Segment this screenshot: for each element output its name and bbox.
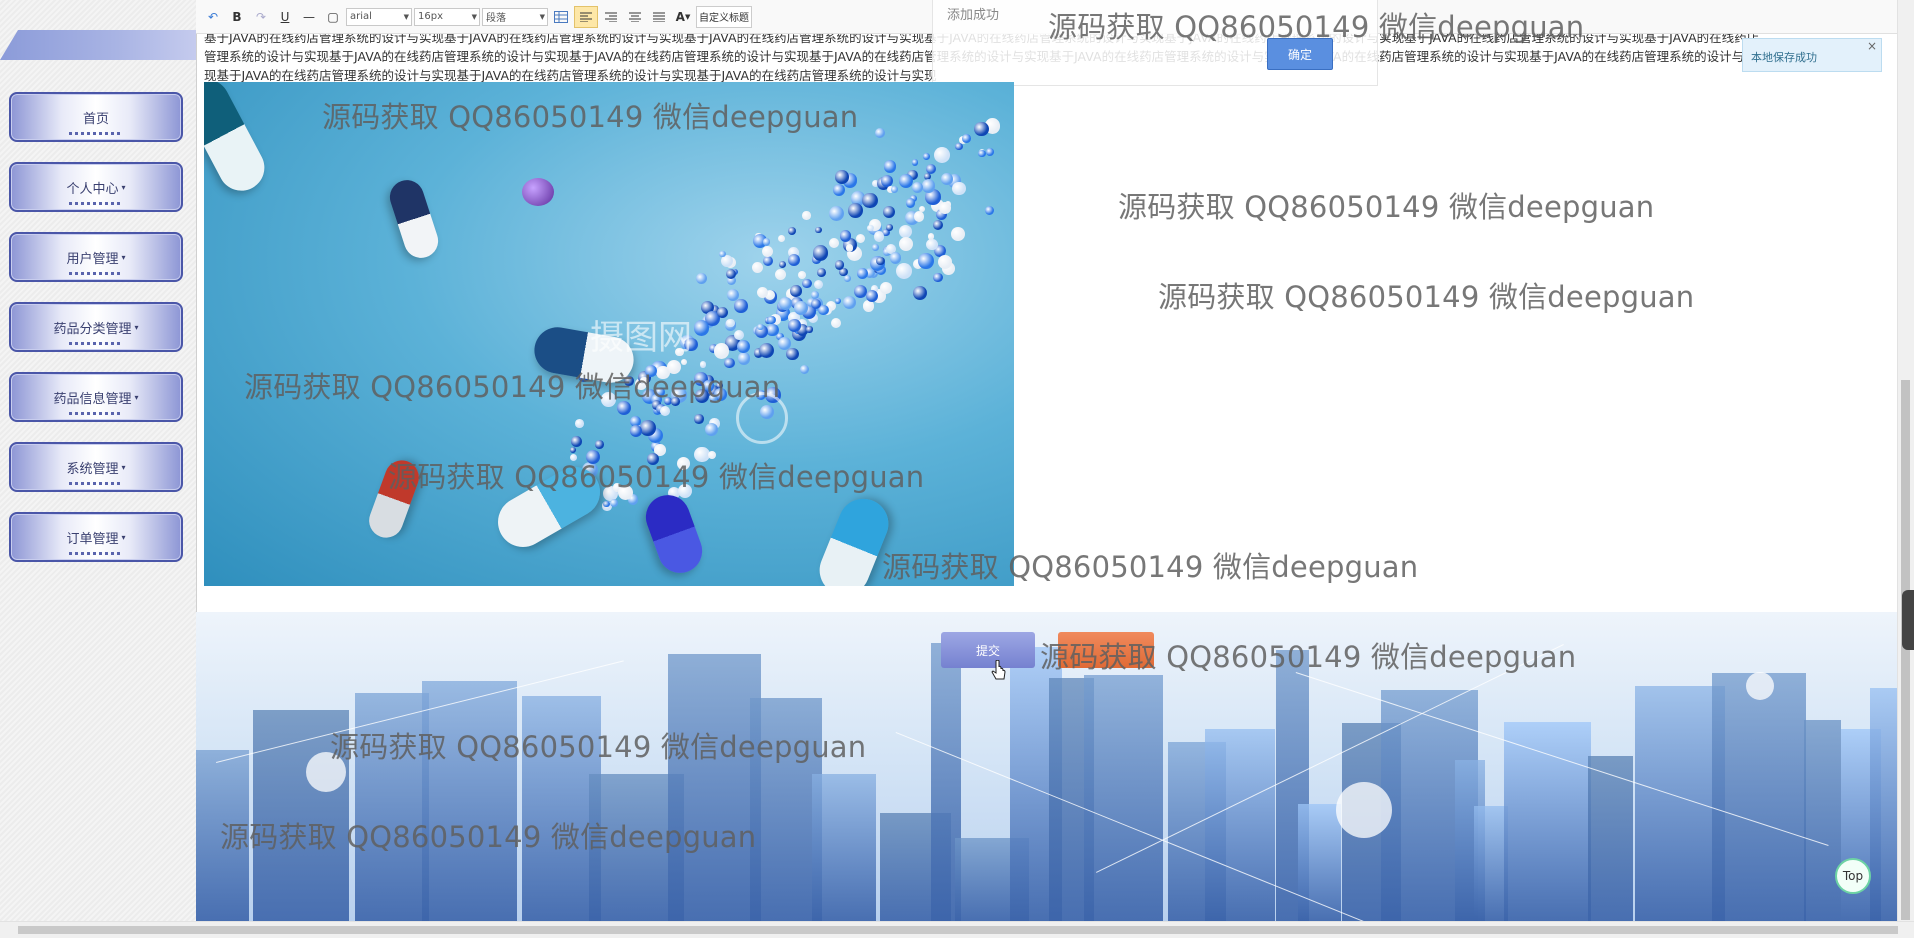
sidebar-item[interactable]: 药品分类管理 ▾ xyxy=(9,302,183,352)
font-family-select[interactable]: arial ▼ xyxy=(346,7,412,26)
paragraph-value: 段落 xyxy=(486,13,506,24)
watermark-text: 源码获取 QQ86050149 微信deepguan xyxy=(1118,190,1655,224)
watermark-text: 源码获取 QQ86050149 微信deepguan xyxy=(1158,280,1695,314)
caret-down-icon: ▾ xyxy=(121,252,126,262)
local-save-message: 本地保存成功 xyxy=(1751,51,1817,64)
chevron-down-icon: ▼ xyxy=(684,12,691,21)
custom-title-button[interactable]: 自定义标题 xyxy=(696,5,752,28)
undo-icon[interactable]: ↶ xyxy=(202,7,224,27)
caret-down-icon: ▾ xyxy=(121,462,126,472)
watermark-text: 源码获取 QQ86050149 微信deepguan xyxy=(882,550,1419,584)
horizontal-rule-icon[interactable]: — xyxy=(298,7,320,27)
sidebar-item[interactable]: 订单管理 ▾ xyxy=(9,512,183,562)
sidebar-item[interactable]: 药品信息管理 ▾ xyxy=(9,372,183,422)
font-size-value: 16px xyxy=(418,11,443,22)
sidebar-item[interactable]: 个人中心 ▾ xyxy=(9,162,183,212)
close-icon[interactable]: × xyxy=(1867,39,1877,53)
chevron-down-icon: ▼ xyxy=(539,12,545,21)
watermark-text: 源码获取 QQ86050149 微信deepguan xyxy=(244,370,781,404)
custom-title-label: 自定义标题 xyxy=(699,13,749,24)
page-break-icon[interactable]: ▢ xyxy=(322,7,344,27)
watermark-text: 源码获取 QQ86050149 微信deepguan xyxy=(330,730,867,764)
horizontal-scrollbar-thumb[interactable] xyxy=(18,926,1898,934)
font-family-value: arial xyxy=(350,11,372,22)
sidebar-item-label: 个人中心 xyxy=(66,181,119,197)
sidebar-item-label: 系统管理 xyxy=(66,461,119,477)
local-save-toast: 本地保存成功 × xyxy=(1742,38,1882,72)
watermark-text: 源码获取 QQ86050149 微信deepguan xyxy=(388,460,925,494)
sidebar-item-label: 订单管理 xyxy=(66,531,119,547)
caret-down-icon: ▾ xyxy=(121,532,126,542)
align-justify-icon[interactable] xyxy=(648,7,670,27)
redo-icon[interactable]: ↷ xyxy=(250,7,272,27)
caret-down-icon: ▾ xyxy=(134,322,139,332)
sidebar-item[interactable]: 首页 xyxy=(9,92,183,142)
main-content: 基于JAVA的在线药店管理系统的设计与实现基于JAVA的在线药店管理系统的设计与… xyxy=(196,0,1898,922)
sidebar-item-label: 药品分类管理 xyxy=(53,321,132,337)
horizontal-scrollbar[interactable] xyxy=(0,921,1914,938)
sidebar-item-label: 药品信息管理 xyxy=(53,391,132,407)
underline-button[interactable]: U xyxy=(274,7,296,27)
medicine-pills-image: 摄图网 xyxy=(204,82,1014,586)
sidebar: 首页 个人中心 ▾ 用户管理 ▾ 药品分类管理 ▾ 药品信息管理 ▾ 系统管理 ▾ 订单管理 ▾ xyxy=(0,0,197,922)
vertical-scrollbar[interactable] xyxy=(1897,0,1914,922)
table-icon[interactable] xyxy=(550,7,572,27)
watermark-text: 源码获取 QQ86050149 微信deepguan xyxy=(220,820,757,854)
mouse-cursor-icon xyxy=(991,660,1006,680)
caret-down-icon: ▾ xyxy=(134,392,139,402)
scroll-position-marker xyxy=(1902,590,1914,650)
watermark-text: 源码获取 QQ86050149 微信deepguan xyxy=(322,100,859,134)
back-to-top-button[interactable]: Top xyxy=(1835,858,1871,894)
stock-logo-text: 摄图网 xyxy=(590,318,692,358)
sidebar-ribbon xyxy=(0,30,196,60)
chevron-down-icon: ▼ xyxy=(403,12,409,21)
align-center-icon[interactable] xyxy=(624,7,646,27)
paragraph-select[interactable]: 段落 ▼ xyxy=(482,7,548,26)
watermark-text: 源码获取 QQ86050149 微信deepguan xyxy=(1048,10,1585,44)
font-color-button[interactable]: A ▼ xyxy=(672,7,694,27)
font-size-select[interactable]: 16px ▼ xyxy=(414,7,480,26)
add-success-message: 添加成功 xyxy=(947,8,1000,23)
align-right-icon[interactable] xyxy=(600,7,622,27)
sidebar-item-label: 首页 xyxy=(82,111,109,127)
sidebar-item[interactable]: 系统管理 ▾ xyxy=(9,442,183,492)
vertical-scrollbar-thumb[interactable] xyxy=(1901,380,1910,920)
watermark-text: 源码获取 QQ86050149 微信deepguan xyxy=(1040,640,1577,674)
font-color-icon: A xyxy=(675,9,685,24)
submit-button[interactable]: 提交 xyxy=(941,632,1035,668)
chevron-down-icon: ▼ xyxy=(471,12,477,21)
bold-button[interactable]: B xyxy=(226,7,248,27)
sidebar-item[interactable]: 用户管理 ▾ xyxy=(9,232,183,282)
sidebar-item-label: 用户管理 xyxy=(66,251,119,267)
align-left-icon[interactable] xyxy=(574,5,598,28)
caret-down-icon: ▾ xyxy=(121,182,126,192)
